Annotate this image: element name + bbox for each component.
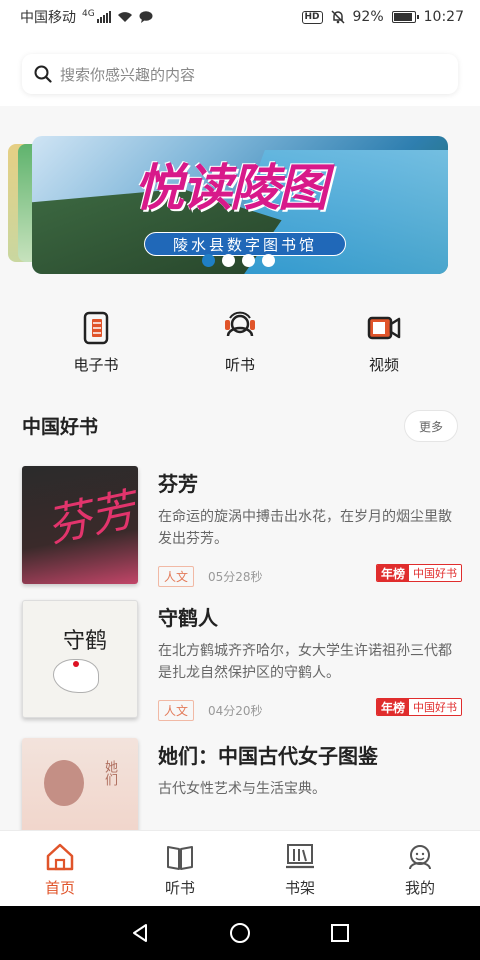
- tab-listen[interactable]: 听书: [120, 831, 240, 906]
- home-icon: [46, 843, 74, 871]
- hd-icon: HD: [301, 10, 323, 24]
- profile-icon: [409, 845, 431, 870]
- book-meta: 人文 04分20秒: [158, 700, 263, 721]
- book-icon: [167, 846, 193, 870]
- ranking-badge: 年榜 中国好书: [376, 564, 463, 582]
- book-description: 古代女性艺术与生活宝典。: [158, 781, 326, 797]
- tab-label: 首页: [44, 879, 75, 897]
- mute-bell-icon: [330, 10, 345, 24]
- category-tag: 人文: [158, 566, 195, 587]
- cover-figure: [44, 760, 84, 806]
- ranking-badge: 年榜 中国好书: [376, 698, 463, 716]
- tab-label: 我的: [404, 879, 435, 897]
- network-type: 4G: [82, 9, 95, 19]
- bookshelf-icon: [286, 844, 314, 869]
- section-title: 中国好书: [22, 416, 99, 438]
- tab-label: 书架: [284, 879, 315, 897]
- shortcut-ebook[interactable]: 电子书: [46, 296, 146, 386]
- system-nav-bar: [0, 906, 480, 960]
- ebook-icon: [83, 311, 109, 345]
- book-item[interactable]: 守鹤 守鹤人 在北方鹤城齐齐哈尔，女大学生许诺祖孙三代都是扎龙自然保护区的守鹤人…: [0, 600, 480, 730]
- banner-subtitle: 陵水县数字图书馆: [144, 232, 346, 256]
- badge-right: 中国好书: [409, 565, 462, 581]
- shortcut-audiobook[interactable]: 听书: [190, 296, 290, 386]
- status-bar: 中国移动 4G HD 92% 10:27: [0, 0, 480, 34]
- headphones-icon: [225, 311, 255, 337]
- book-description: 在北方鹤城齐齐哈尔，女大学生许诺祖孙三代都是扎龙自然保护区的守鹤人。: [158, 643, 452, 681]
- carrier-label: 中国移动: [20, 10, 76, 26]
- book-cover[interactable]: 守鹤: [22, 600, 138, 718]
- tab-home[interactable]: 首页: [0, 831, 120, 906]
- shortcut-video[interactable]: 视频: [334, 296, 434, 386]
- battery-icon: [391, 11, 419, 23]
- book-cover[interactable]: 芬芳: [22, 466, 138, 584]
- book-description: 在命运的旋涡中搏击出水花，在岁月的烟尘里散发出芬芳。: [158, 509, 452, 547]
- recents-icon[interactable]: [329, 922, 351, 944]
- shortcut-row: 电子书 听书 视频: [0, 296, 480, 386]
- search-icon: [34, 65, 52, 83]
- badge-left: 年榜: [377, 565, 410, 581]
- book-title: 芬芳: [158, 472, 198, 496]
- book-item[interactable]: 芬芳 芬芳 在命运的旋涡中搏击出水花，在岁月的烟尘里散发出芬芳。 人文 05分2…: [0, 466, 480, 596]
- more-button[interactable]: 更多: [404, 410, 458, 442]
- category-tag: 人文: [158, 700, 195, 721]
- search-header: 搜索你感兴趣的内容: [0, 34, 480, 106]
- cover-title: 她们: [102, 760, 117, 786]
- shortcut-label: 视频: [368, 356, 399, 374]
- message-icon: [139, 11, 153, 23]
- shortcut-label: 听书: [224, 356, 255, 374]
- duration-label: 04分20秒: [208, 704, 263, 718]
- search-placeholder: 搜索你感兴趣的内容: [60, 65, 196, 84]
- wifi-icon: [117, 12, 132, 22]
- cover-title: 芬芳: [42, 484, 138, 553]
- video-icon: [367, 316, 401, 340]
- cover-title: 守鹤: [63, 629, 108, 654]
- home-circle-icon[interactable]: [229, 922, 251, 944]
- carousel-dot[interactable]: [242, 254, 255, 267]
- search-bar[interactable]: 搜索你感兴趣的内容: [22, 54, 458, 94]
- carousel-dot[interactable]: [202, 254, 215, 267]
- badge-left: 年榜: [377, 699, 410, 715]
- clock: 10:27: [423, 9, 464, 25]
- carousel-dot[interactable]: [262, 254, 275, 267]
- book-title: 她们：中国古代女子图鉴: [158, 744, 378, 768]
- tab-profile[interactable]: 我的: [360, 831, 480, 906]
- badge-right: 中国好书: [409, 699, 462, 715]
- banner-carousel[interactable]: 悦读陵图 陵水县数字图书馆: [0, 106, 480, 290]
- carousel-dots: [202, 254, 275, 267]
- banner-title: 悦读陵图: [134, 159, 328, 217]
- book-title: 守鹤人: [158, 606, 218, 630]
- duration-label: 05分28秒: [208, 570, 263, 584]
- carousel-dot[interactable]: [222, 254, 235, 267]
- crane-crown: [73, 661, 79, 667]
- back-icon[interactable]: [129, 922, 151, 944]
- signal-icon: [96, 11, 111, 23]
- tab-bookshelf[interactable]: 书架: [240, 831, 360, 906]
- book-meta: 人文 05分28秒: [158, 566, 263, 587]
- tab-label: 听书: [164, 879, 195, 897]
- battery-percent: 92%: [352, 9, 384, 25]
- shortcut-label: 电子书: [73, 356, 119, 374]
- bottom-tab-bar: 首页 听书 书架 我的: [0, 830, 480, 906]
